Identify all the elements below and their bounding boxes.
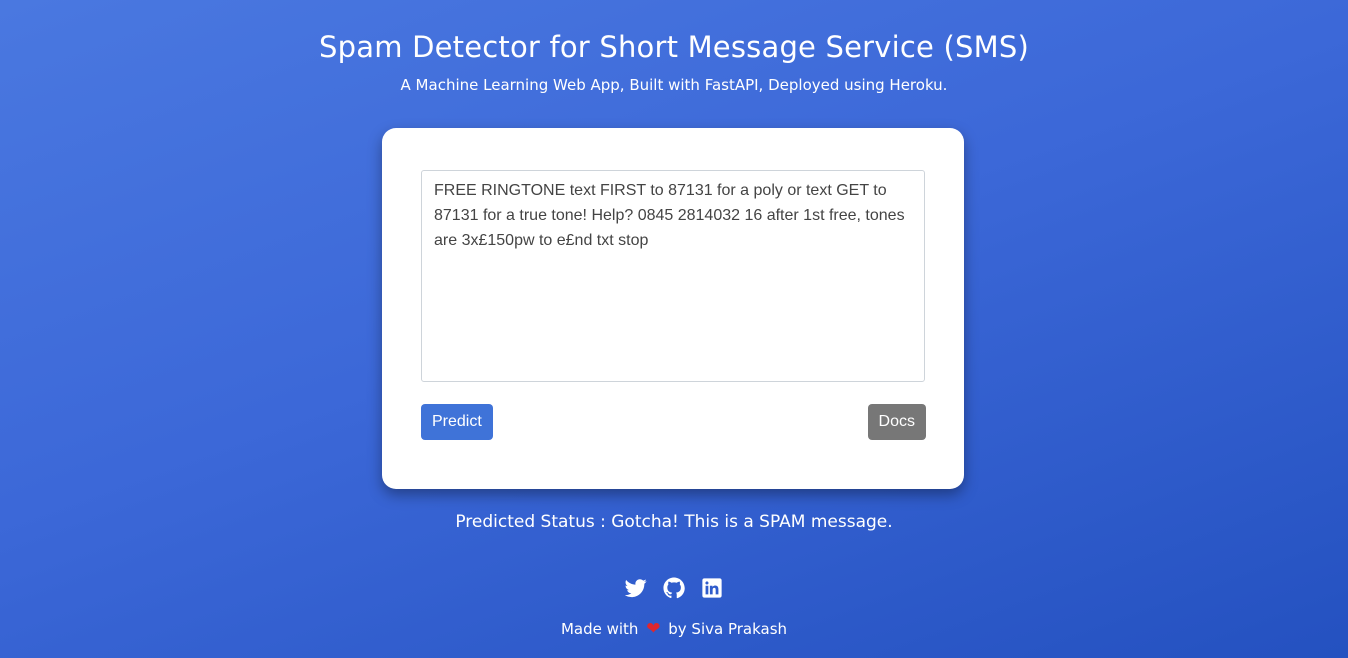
page-title: Spam Detector for Short Message Service … [319, 30, 1029, 64]
heart-icon: ❤ [646, 619, 661, 639]
page-subtitle: A Machine Learning Web App, Built with F… [400, 76, 948, 94]
docs-button[interactable]: Docs [867, 404, 926, 440]
linkedin-icon [702, 578, 722, 598]
linkedin-link[interactable] [701, 577, 723, 599]
predict-button[interactable]: Predict [421, 404, 493, 440]
prediction-card: FREE RINGTONE text FIRST to 87131 for a … [382, 128, 964, 489]
footer-made-with: Made with [560, 620, 639, 638]
footer-credit: Made with ❤ by Siva Prakash [0, 619, 1348, 639]
github-link[interactable] [663, 577, 685, 599]
predicted-status: Predicted Status : Gotcha! This is a SPA… [455, 512, 893, 532]
twitter-link[interactable] [625, 577, 647, 599]
github-icon [663, 577, 685, 599]
social-links [0, 577, 1348, 599]
footer-author: by Siva Prakash [668, 620, 788, 638]
sms-message-input[interactable]: FREE RINGTONE text FIRST to 87131 for a … [421, 170, 925, 382]
twitter-icon [625, 579, 647, 598]
